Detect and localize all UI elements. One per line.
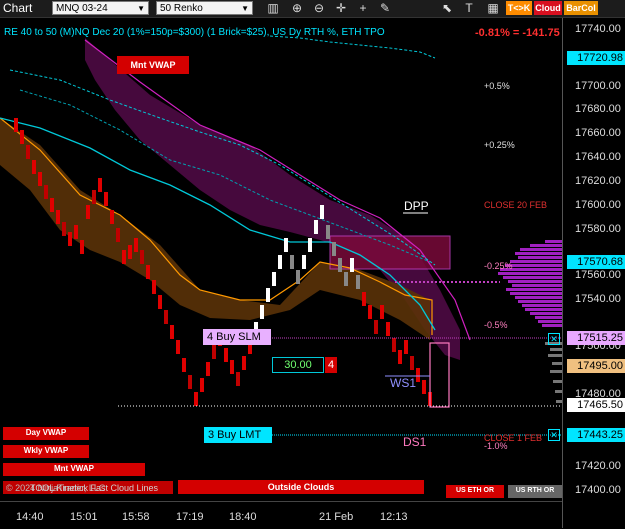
change-percent: -0.81% = -141.75 — [475, 27, 560, 39]
volume-profile-grey — [545, 342, 562, 403]
mnt-vwap-bottom-label: Mnt VWAP — [3, 463, 145, 476]
price-tag: 17443.25 — [567, 428, 625, 442]
x-label: 21 Feb — [319, 511, 354, 523]
price-tag: 17495.00 — [567, 359, 625, 373]
x-label: 15:01 — [70, 511, 98, 523]
x-label: 15:58 — [122, 511, 150, 523]
y-label: 17620.00 — [575, 175, 621, 187]
y-label: 17640.00 — [575, 151, 621, 163]
ds1-label: DS1 — [403, 435, 427, 449]
instrument-value: MNQ 03-24 — [56, 3, 108, 14]
tkr-button[interactable]: T<>K — [506, 1, 532, 15]
y-label: 17700.00 — [575, 80, 621, 92]
price-chart[interactable]: RE 40 to 50 (M)NQ Dec 20 (1%=150p=$300) … — [0, 18, 562, 501]
draw-icon[interactable]: ✎ — [378, 1, 392, 15]
tile-icon[interactable]: ▦ — [486, 1, 500, 15]
us-eth-or-label: US ETH OR — [446, 485, 504, 498]
volume-profile — [498, 240, 562, 327]
close-order-icon[interactable]: ✕ — [548, 429, 560, 441]
pct-dn-1: -1.0% — [484, 441, 508, 451]
y-label: 17560.00 — [575, 269, 621, 281]
cloud-button[interactable]: Cloud — [534, 1, 562, 15]
y-label: 17400.00 — [575, 484, 621, 496]
x-label: 12:13 — [380, 511, 408, 523]
pointer-icon[interactable]: ⬉ — [440, 1, 454, 15]
order-price-field[interactable]: 30.00 — [272, 357, 324, 373]
chart-info-line: RE 40 to 50 (M)NQ Dec 20 (1%=150p=$300) … — [4, 27, 385, 38]
watermark-2: TOOL Kinetick Fast Cloud Lines — [30, 483, 159, 493]
price-tag: 17720.98 — [567, 51, 625, 65]
x-label: 18:40 — [229, 511, 257, 523]
price-tag: 17465.50 — [567, 398, 625, 412]
window-title: Chart — [3, 1, 33, 15]
price-tag: 17515.25 — [567, 331, 625, 345]
time-axis[interactable]: 14:40 15:01 15:58 17:19 18:40 21 Feb 12:… — [0, 501, 562, 529]
chart-toolbar: Chart MNQ 03-24 ▼ 50 Renko ▼ ▥ ⊕ ⊖ ✛ + ✎ ⬉… — [0, 0, 625, 18]
close-20-feb-label: CLOSE 20 FEB — [484, 200, 548, 210]
pct-dn-05: -0.5% — [484, 320, 508, 330]
instrument-selector[interactable]: MNQ 03-24 ▼ — [52, 1, 149, 15]
day-vwap-label: Day VWAP — [3, 427, 89, 440]
buy-lmt-order[interactable]: 3 Buy LMT — [204, 427, 272, 443]
zoom-in-icon[interactable]: ⊕ — [290, 1, 304, 15]
buy-slm-order[interactable]: 4 Buy SLM — [203, 329, 271, 345]
y-label: 17660.00 — [575, 127, 621, 139]
pct-up-05: +0.5% — [484, 81, 510, 91]
x-label: 14:40 — [16, 511, 44, 523]
crosshair-icon[interactable]: ✛ — [334, 1, 348, 15]
pct-dn-025: -0.25% — [484, 261, 513, 271]
y-label: 17580.00 — [575, 223, 621, 235]
barcol-button[interactable]: BarCol — [564, 1, 598, 15]
y-label: 17600.00 — [575, 199, 621, 211]
chart-bars-icon[interactable]: ▥ — [266, 1, 280, 15]
us-rth-or-label: US RTH OR — [508, 485, 562, 498]
mnt-vwap-top-label: Mnt VWAP — [117, 56, 189, 74]
y-label: 17420.00 — [575, 460, 621, 472]
close-order-icon[interactable]: ✕ — [548, 333, 560, 345]
y-label: 17540.00 — [575, 293, 621, 305]
y-label: 17680.00 — [575, 103, 621, 115]
text-icon[interactable]: T — [462, 1, 476, 15]
x-label: 17:19 — [176, 511, 204, 523]
chevron-down-icon: ▼ — [241, 4, 249, 13]
cyan-line-top — [269, 35, 436, 59]
wkly-vwap-label: Wkly VWAP — [3, 445, 89, 458]
bar-type-value: 50 Renko — [160, 3, 203, 14]
y-label: 17740.00 — [575, 23, 621, 35]
pct-up-025: +0.25% — [484, 140, 515, 150]
value-area-zone — [329, 235, 451, 270]
ws1-label: WS1 — [390, 376, 417, 390]
bar-type-selector[interactable]: 50 Renko ▼ — [156, 1, 253, 15]
price-tag: 17570.68 — [567, 255, 625, 269]
chevron-down-icon: ▼ — [137, 4, 145, 13]
dpp-label: DPP — [404, 199, 429, 213]
order-qty-field[interactable]: 4 — [325, 357, 337, 373]
price-axis[interactable]: 17740.00 17700.00 17680.00 17660.00 1764… — [562, 18, 625, 528]
plus-icon[interactable]: + — [356, 1, 370, 15]
zoom-out-icon[interactable]: ⊖ — [312, 1, 326, 15]
outside-clouds-label: Outside Clouds — [178, 480, 424, 494]
